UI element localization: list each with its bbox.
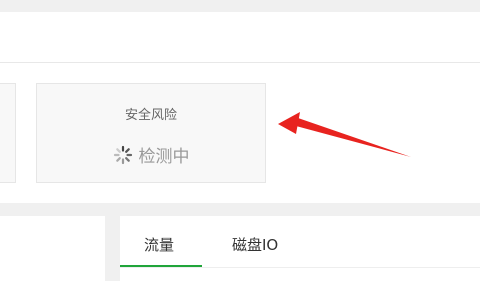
security-risk-card[interactable]: 安全风险 检测中	[36, 83, 266, 183]
security-risk-status: 检测中	[37, 142, 265, 167]
left-panel	[0, 216, 105, 281]
tab-traffic[interactable]: 流量	[144, 234, 174, 255]
loading-spinner-icon	[113, 145, 132, 164]
header-bar	[0, 12, 480, 63]
tab-disk-io[interactable]: 磁盘IO	[232, 234, 278, 255]
chart-tabs-panel: 流量 磁盘IO	[120, 216, 480, 281]
previous-card[interactable]	[0, 83, 16, 183]
top-strip	[0, 0, 480, 12]
overview-panel: 安全风险 检测中	[0, 63, 480, 203]
security-risk-title: 安全风险	[124, 108, 177, 123]
security-risk-status-text: 检测中	[138, 147, 190, 167]
tabs-divider	[120, 267, 480, 268]
